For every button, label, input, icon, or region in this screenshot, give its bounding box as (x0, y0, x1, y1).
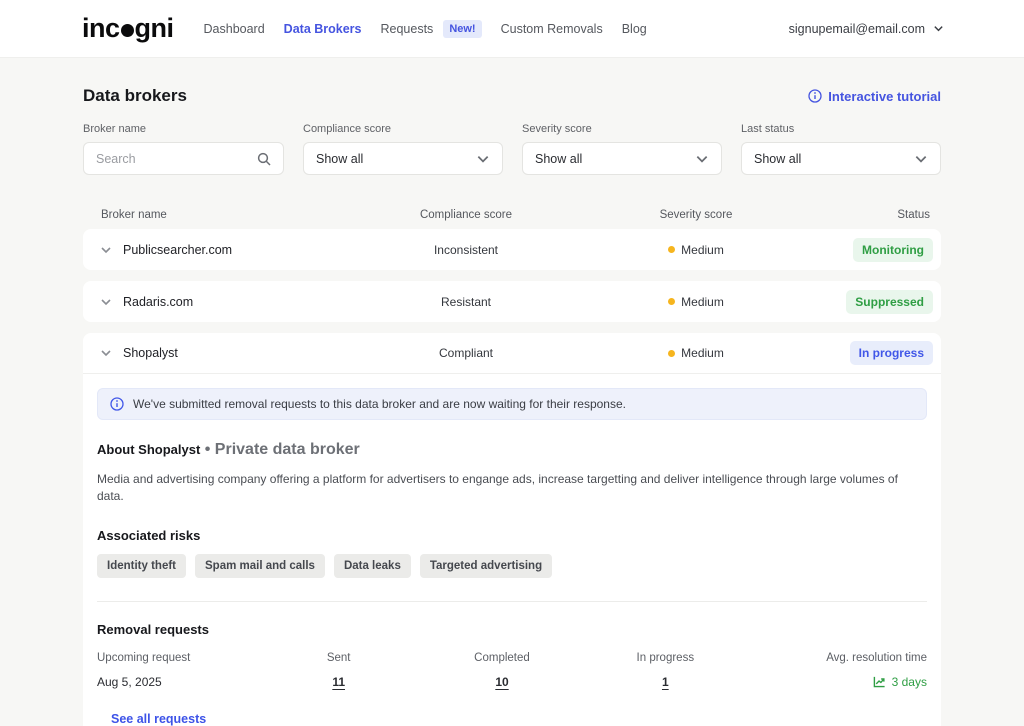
banner-text: We've submitted removal requests to this… (133, 397, 626, 411)
broker-name: Radaris.com (123, 295, 193, 309)
header-compliance-score: Compliance score (351, 209, 581, 221)
logo-text-prefix: inc (82, 13, 120, 44)
stat-label-sent: Sent (257, 652, 420, 664)
interactive-tutorial-link[interactable]: Interactive tutorial (808, 89, 941, 104)
stat-value-upcoming: Aug 5, 2025 (97, 675, 257, 689)
logo-text-suffix: gni (135, 13, 174, 44)
filter-label: Compliance score (303, 123, 503, 135)
section-divider (97, 601, 927, 602)
filter-label: Last status (741, 123, 941, 135)
status-badge: In progress (850, 341, 933, 365)
risk-tag: Targeted advertising (420, 554, 552, 578)
severity-score: Medium (681, 243, 724, 257)
stat-value-sent[interactable]: 11 (332, 675, 345, 689)
new-badge: New! (443, 20, 481, 38)
chevron-down-icon (476, 152, 490, 166)
search-icon (257, 152, 271, 166)
severity-score: Medium (681, 346, 724, 360)
nav-item-dashboard[interactable]: Dashboard (204, 22, 265, 36)
nav-item-requests[interactable]: Requests (381, 22, 434, 36)
table-header: Broker name Compliance score Severity sc… (83, 200, 941, 229)
about-section: About Shopalyst • Private data broker (97, 441, 927, 459)
removal-requests-section: Removal requests Upcoming request Aug 5,… (97, 622, 927, 726)
risk-tag: Data leaks (334, 554, 411, 578)
top-nav: incgni Dashboard Data Brokers Requests N… (0, 0, 1024, 58)
severity-score: Medium (681, 295, 724, 309)
separator: • (205, 441, 211, 458)
dropdown-value: Show all (316, 152, 363, 166)
compliance-score: Inconsistent (351, 243, 581, 257)
filter-last-status: Last status Show all (741, 123, 941, 175)
severity-dot-icon (668, 246, 675, 253)
status-info-banner: We've submitted removal requests to this… (97, 388, 927, 420)
page-title: Data brokers (83, 86, 187, 106)
info-icon (808, 89, 822, 103)
broker-name-search (83, 142, 284, 175)
compliance-score: Resistant (351, 295, 581, 309)
filter-severity-score: Severity score Show all (522, 123, 722, 175)
compliance-score: Compliant (351, 346, 581, 360)
filter-label: Severity score (522, 123, 722, 135)
broker-description: Media and advertising company offering a… (97, 471, 927, 506)
nav-item-blog[interactable]: Blog (622, 22, 647, 36)
tutorial-label: Interactive tutorial (828, 89, 941, 104)
logo-o-dot-icon (121, 24, 134, 37)
stat-label-completed: Completed (420, 652, 583, 664)
header-status: Status (811, 209, 941, 221)
stat-value-completed[interactable]: 10 (495, 675, 508, 689)
header-broker-name: Broker name (83, 209, 351, 221)
compliance-score-dropdown[interactable]: Show all (303, 142, 503, 175)
last-status-dropdown[interactable]: Show all (741, 142, 941, 175)
filters-bar: Broker name Compliance score Show all Se… (83, 123, 941, 175)
account-email: signupemail@email.com (789, 22, 925, 36)
info-icon (110, 397, 124, 411)
severity-dot-icon (668, 350, 675, 357)
expand-chevron-icon[interactable] (100, 244, 112, 256)
chevron-down-icon (933, 23, 944, 34)
filter-broker-name: Broker name (83, 123, 284, 175)
stat-label-avg-resolution: Avg. resolution time (747, 652, 927, 664)
status-badge: Monitoring (853, 238, 933, 262)
removal-title: Removal requests (97, 622, 927, 637)
status-badge: Suppressed (846, 290, 933, 314)
stat-value-avg-resolution: 3 days (892, 675, 927, 689)
search-input[interactable] (96, 152, 236, 166)
table-row-expanded: Shopalyst Compliant Medium In progress W… (83, 333, 941, 726)
nav-item-data-brokers[interactable]: Data Brokers (284, 22, 362, 36)
risk-tag: Spam mail and calls (195, 554, 325, 578)
collapse-chevron-icon[interactable] (100, 347, 112, 359)
chevron-down-icon (695, 152, 709, 166)
risk-tag: Identity theft (97, 554, 186, 578)
broker-name: Shopalyst (123, 346, 178, 360)
table-row[interactable]: Shopalyst Compliant Medium In progress (83, 333, 941, 374)
dropdown-value: Show all (754, 152, 801, 166)
nav-links: Dashboard Data Brokers Requests New! Cus… (204, 20, 647, 38)
stat-label-upcoming: Upcoming request (97, 652, 257, 664)
header-severity-score: Severity score (581, 209, 811, 221)
dropdown-value: Show all (535, 152, 582, 166)
table-row[interactable]: Radaris.com Resistant Medium Suppressed (83, 281, 941, 322)
chevron-down-icon (914, 152, 928, 166)
stat-value-in-progress[interactable]: 1 (662, 675, 669, 689)
broker-name: Publicsearcher.com (123, 243, 232, 257)
see-all-requests-link[interactable]: See all requests (111, 712, 913, 726)
associated-risks-section: Associated risks Identity theft Spam mai… (97, 528, 927, 578)
expand-chevron-icon[interactable] (100, 296, 112, 308)
about-title: About Shopalyst (97, 442, 200, 457)
broker-type: Private data broker (215, 441, 360, 458)
stat-label-in-progress: In progress (584, 652, 747, 664)
nav-item-custom-removals[interactable]: Custom Removals (501, 22, 603, 36)
severity-score-dropdown[interactable]: Show all (522, 142, 722, 175)
incogni-logo[interactable]: incgni (82, 13, 174, 44)
filter-label: Broker name (83, 123, 284, 135)
severity-dot-icon (668, 298, 675, 305)
chart-trend-icon (873, 675, 886, 688)
risks-title: Associated risks (97, 528, 927, 543)
account-menu[interactable]: signupemail@email.com (789, 22, 944, 36)
table-row[interactable]: Publicsearcher.com Inconsistent Medium M… (83, 229, 941, 270)
filter-compliance-score: Compliance score Show all (303, 123, 503, 175)
